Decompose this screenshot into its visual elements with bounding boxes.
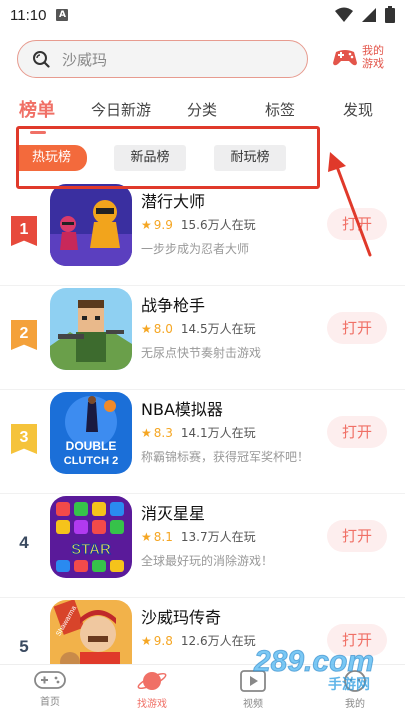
tab-tags[interactable]: 标签 — [265, 99, 295, 120]
gamepad-icon — [333, 50, 357, 66]
nav-video-label: 视频 — [243, 699, 263, 710]
icon-text-clutch: CLUTCH 2 — [64, 455, 118, 467]
signal-icon — [362, 7, 376, 22]
status-time: 11:10 — [10, 6, 47, 24]
nav-home-label: 首页 — [40, 697, 60, 708]
sub-tabs: 热玩榜 新品榜 耐玩榜 — [0, 140, 405, 176]
rank-badge: 3 — [11, 424, 37, 454]
app-name: NBA模拟器 — [141, 400, 223, 419]
player-count: 14.1万人在玩 — [180, 426, 256, 440]
app-description: 无尿点快节奏射击游戏 — [141, 346, 262, 360]
my-games-label: 我的游戏 — [362, 44, 384, 70]
nav-mine[interactable]: 我的 — [320, 669, 390, 710]
my-games-button[interactable]: 我的游戏 — [332, 44, 388, 70]
star-icon: ★ — [141, 321, 152, 336]
rank-badge: 2 — [11, 320, 37, 350]
star-icon: ★ — [141, 633, 152, 648]
open-button[interactable]: 打开 — [327, 416, 387, 448]
app-description: 一步步成为忍者大师 — [141, 242, 250, 256]
nav-video[interactable]: 视频 — [218, 669, 288, 710]
app-score: 8.3 — [153, 425, 173, 440]
bottom-nav: 首页 找游戏 视频 我的 — [0, 664, 405, 720]
wifi-icon — [335, 7, 353, 22]
video-play-icon — [240, 670, 266, 692]
app-score: 8.0 — [153, 321, 173, 336]
subtab-new[interactable]: 新品榜 — [114, 145, 186, 171]
list-item[interactable]: 2 战争枪手 ★ 8.0 14.5万人在玩 无尿点快节奏射击游戏 打开 — [0, 286, 405, 390]
nav-find-games-label: 找游戏 — [137, 699, 167, 710]
open-button[interactable]: 打开 — [327, 520, 387, 552]
tab-discover[interactable]: 发现 — [343, 99, 373, 120]
app-meta: ★ 8.0 14.5万人在玩 — [141, 320, 256, 337]
app-meta: ★ 8.1 13.7万人在玩 — [141, 528, 256, 545]
star-icon: ★ — [141, 217, 152, 232]
status-icons — [335, 6, 395, 23]
star-icon: ★ — [141, 425, 152, 440]
game-list: 1 潜行大师 ★ 9.9 15.6万人在玩 一步步成为忍者大师 打开 2 战争枪… — [0, 182, 405, 702]
search-icon — [33, 51, 50, 68]
user-icon — [344, 670, 366, 692]
player-count: 12.6万人在玩 — [180, 634, 256, 648]
icon-text-star: STAR — [71, 541, 111, 558]
tab-rankings[interactable]: 榜单 — [19, 96, 55, 122]
gamepad-home-icon — [34, 671, 66, 689]
app-name: 潜行大师 — [141, 192, 206, 211]
app-meta: ★ 9.9 15.6万人在玩 — [141, 216, 256, 233]
app-name: 消灭星星 — [141, 504, 206, 523]
notification-a-icon: A — [56, 9, 69, 21]
list-item[interactable]: 4 STAR 消灭星星 ★ 8.1 13.7万人在玩 全球最好玩的消除游戏！ 打… — [0, 494, 405, 598]
app-icon-sneak-master[interactable] — [50, 184, 132, 266]
open-button[interactable]: 打开 — [327, 208, 387, 240]
app-meta: ★ 9.8 12.6万人在玩 — [141, 632, 256, 649]
open-button[interactable]: 打开 — [327, 624, 387, 656]
rank-number: 5 — [19, 637, 29, 656]
player-count: 14.5万人在玩 — [180, 322, 256, 336]
planet-icon — [137, 672, 167, 690]
player-count: 15.6万人在玩 — [180, 218, 256, 232]
tab-indicator — [30, 131, 46, 134]
open-button[interactable]: 打开 — [327, 312, 387, 344]
app-icon-nba-simulator[interactable]: DOUBLE CLUTCH 2 — [50, 392, 132, 474]
app-icon-pop-star[interactable]: STAR — [50, 496, 132, 578]
search-input[interactable]: 沙威玛 — [17, 40, 308, 78]
player-count: 13.7万人在玩 — [180, 530, 256, 544]
subtab-hot[interactable]: 热玩榜 — [16, 145, 87, 171]
subtab-long-play[interactable]: 耐玩榜 — [214, 145, 286, 171]
app-score: 8.1 — [153, 529, 173, 544]
tab-categories[interactable]: 分类 — [187, 99, 217, 120]
top-tabs: 榜单 今日新游 分类 标签 发现 — [0, 95, 405, 125]
icon-text-double: DOUBLE — [66, 439, 117, 453]
list-item[interactable]: 1 潜行大师 ★ 9.9 15.6万人在玩 一步步成为忍者大师 打开 — [0, 182, 405, 286]
search-placeholder: 沙威玛 — [62, 50, 108, 69]
tab-new-today[interactable]: 今日新游 — [91, 99, 151, 120]
app-score: 9.8 — [153, 633, 173, 648]
list-item[interactable]: 3 DOUBLE CLUTCH 2 NBA模拟器 ★ 8.3 14.1万人在玩 … — [0, 390, 405, 494]
rank-badge: 1 — [11, 216, 37, 246]
app-description: 称霸锦标赛，获得冠军奖杯吧！ — [141, 450, 310, 464]
status-bar: 11:10 A — [0, 0, 405, 30]
app-name: 沙威玛传奇 — [141, 608, 222, 627]
star-icon: ★ — [141, 529, 152, 544]
app-description: 全球最好玩的消除游戏！ — [141, 554, 274, 568]
nav-mine-label: 我的 — [345, 699, 365, 710]
screen: 11:10 A 沙威玛 我的游戏 榜单 今日新游 分类 标签 发现 热玩榜 新品… — [0, 0, 405, 720]
nav-find-games[interactable]: 找游戏 — [117, 669, 187, 710]
app-score: 9.9 — [153, 217, 173, 232]
app-meta: ★ 8.3 14.1万人在玩 — [141, 424, 256, 441]
app-icon-war-gunner[interactable] — [50, 288, 132, 370]
app-name: 战争枪手 — [141, 296, 206, 315]
rank-number: 4 — [19, 533, 29, 552]
battery-icon — [385, 6, 395, 23]
nav-home[interactable]: 首页 — [15, 669, 85, 708]
